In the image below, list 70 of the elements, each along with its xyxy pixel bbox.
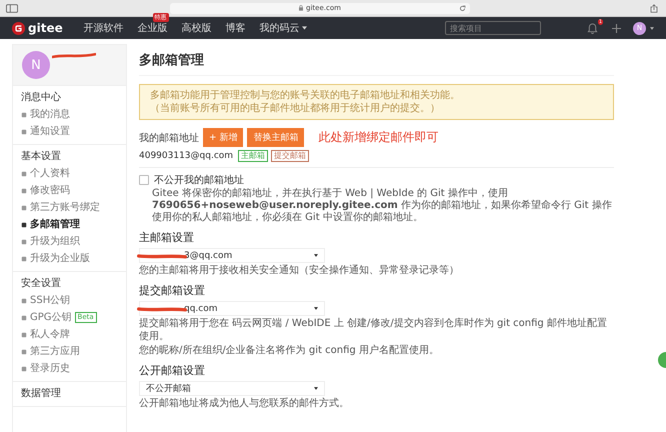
email-select[interactable]: 不公开邮箱 — [139, 381, 325, 396]
sidebar-item[interactable]: 多邮箱管理 — [21, 216, 118, 233]
section-heading: 公开邮箱设置 — [139, 363, 206, 378]
nav-link[interactable]: 企业版 — [132, 21, 173, 35]
menu-icon — [21, 256, 27, 262]
sidebar-item[interactable]: SSH公钥 — [21, 292, 118, 309]
menu-icon — [21, 238, 27, 244]
checkbox-label: 不公开我的邮箱地址 — [154, 174, 244, 187]
email-select[interactable]: 3@qq.com — [139, 248, 325, 263]
section-heading: 消息中心 — [21, 90, 62, 105]
sidebar-item[interactable]: 第三方应用 — [21, 343, 118, 360]
sidebar-item[interactable]: 我的消息 — [21, 106, 118, 123]
menu-icon — [21, 348, 27, 354]
nav-link[interactable]: 开源软件 — [78, 21, 129, 35]
sidebar-toggle-icon[interactable] — [6, 4, 18, 12]
help-text: 您的昵称/所在组织/企业备注名将作为 git config 用户名配置使用。 — [139, 344, 440, 357]
section-heading: 提交邮箱设置 — [139, 283, 206, 298]
menu-icon — [21, 222, 27, 228]
annotation-text: 此处新增绑定邮件即可 — [318, 129, 438, 146]
help-text: 公开邮箱地址将成为他人与您联系的邮件方式。 — [139, 397, 350, 410]
privacy-description: Gitee 将保密你的邮箱地址，并在执行基于 Web | WebIde 的 Git 操作中，使用 7690656+noseweb@user.noreply.gitee.com 作为你的邮箱地址，如果你希望命令行 Git 操作使用你的私人邮箱地址，你必须在 Git 中设置你的邮箱地址。 — [152, 188, 613, 224]
menu-icon — [21, 332, 27, 338]
menu-icon — [21, 204, 27, 210]
search-field[interactable]: 搜索项目 — [445, 21, 541, 35]
checkbox[interactable] — [139, 175, 149, 185]
nav-link[interactable]: 我的码云 — [254, 21, 312, 35]
email-select[interactable]: qq.com — [139, 301, 325, 316]
menu-icon — [21, 298, 27, 304]
bell-icon[interactable] — [587, 22, 598, 34]
share-icon[interactable] — [648, 4, 660, 12]
menu-icon — [21, 366, 27, 372]
help-text: 提交邮箱将用于您在 码云网页端 / WebIDE 上 创建/修改/提交内容到仓库时作为 git config 邮件地址配置使用。 — [139, 317, 608, 343]
user-avatar: N — [22, 51, 50, 79]
gitee-logo[interactable]: gitee — [12, 21, 63, 35]
sidebar-item[interactable]: 升级为组织 — [21, 233, 118, 250]
nav-link[interactable]: 博客 — [220, 21, 251, 35]
email-button[interactable]: 替换主邮箱 — [247, 128, 304, 147]
lock-icon — [299, 5, 304, 11]
menu-icon — [21, 112, 27, 118]
section-heading: 基本设置 — [21, 150, 62, 164]
plus-icon[interactable] — [612, 24, 621, 32]
section-heading: 数据管理 — [21, 387, 62, 401]
caret-icon — [314, 307, 318, 310]
field-label: 我的邮箱地址 — [139, 132, 199, 144]
email-address: 409903113@qq.com — [139, 151, 234, 161]
section-heading: 安全设置 — [21, 276, 62, 291]
sidebar-item[interactable]: 通知设置 — [21, 123, 118, 140]
sidebar-item[interactable]: 个人资料 — [21, 165, 118, 182]
sidebar-item[interactable]: 修改密码 — [21, 182, 118, 199]
sidebar-item[interactable]: 登录历史 — [21, 360, 118, 377]
section-heading: 主邮箱设置 — [139, 230, 195, 245]
email-button[interactable]: + 新增 — [203, 128, 244, 147]
caret-icon[interactable] — [650, 26, 654, 30]
sidebar-item[interactable]: 私人令牌 — [21, 326, 118, 343]
nav-link[interactable]: 高校版 — [176, 21, 217, 35]
info-alert: 多邮箱功能用于管理控制与您的账号关联的电子邮箱地址和相关功能。 （当前账号所有可用的电子邮件地址都将用于统计用户的提交。） — [139, 84, 614, 120]
menu-icon — [21, 314, 27, 320]
menu-icon — [21, 170, 27, 176]
caret-icon — [314, 254, 318, 257]
email-tag: 主邮箱 — [238, 150, 268, 162]
caret-icon — [314, 387, 318, 390]
menu-icon — [21, 128, 27, 134]
sidebar-item[interactable]: 升级为企业版 — [21, 250, 118, 267]
menu-icon — [21, 188, 27, 194]
help-text: 您的主邮箱将用于接收相关安全通知（安全操作通知、异常登录记录等） — [139, 264, 460, 277]
page-title: 多邮箱管理 — [139, 51, 614, 76]
email-tag: 提交邮箱 — [271, 150, 310, 162]
redaction-scribble — [52, 52, 96, 60]
reload-icon[interactable] — [459, 4, 466, 12]
sidebar-item[interactable]: 第三方账号绑定 — [21, 199, 118, 216]
